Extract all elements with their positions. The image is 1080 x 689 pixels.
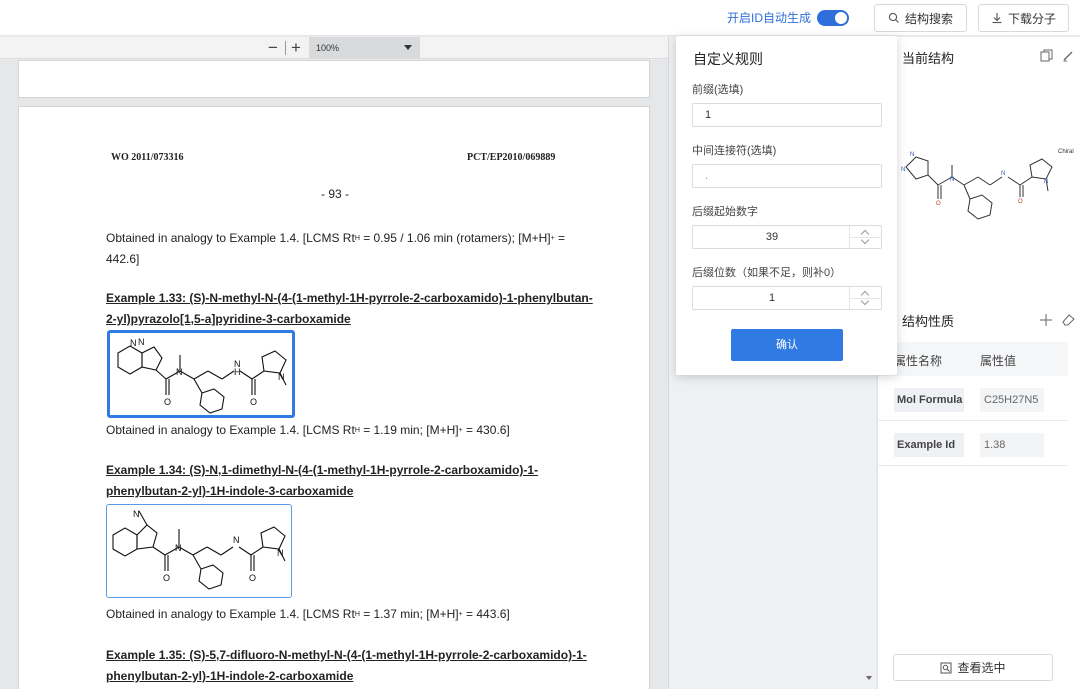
chevron-down-icon	[404, 45, 412, 50]
properties-title: 结构性质	[902, 314, 955, 329]
top-toolbar: 开启ID自动生成 结构搜索 下载分子	[0, 0, 1080, 36]
molecule-box-1-34[interactable]: N N O N O N	[106, 504, 292, 598]
view-selected-label: 查看选中	[957, 661, 1006, 675]
suffix-start-stepper[interactable]: 39	[692, 225, 882, 249]
custom-rule-popup: 自定义规则 前缀(选填) 1 中间连接符(选填) . 后缀起始数字 39 后缀位…	[676, 36, 897, 375]
page-header-right: PCT/EP2010/069889	[467, 152, 556, 163]
eraser-icon[interactable]	[1062, 314, 1075, 326]
previous-page	[18, 60, 650, 98]
intro-paragraph: Obtained in analogy to Example 1.4. [LCM…	[106, 231, 566, 266]
stepper-controls[interactable]	[849, 226, 882, 248]
svg-text:N: N	[175, 543, 182, 553]
example-title-1-34: Example 1.34: (S)-N,1-dimethyl-N-(4-(1-m…	[106, 463, 539, 498]
svg-text:N: N	[130, 338, 137, 348]
auto-id-toggle[interactable]	[817, 9, 850, 26]
copy-icon[interactable]	[1040, 49, 1053, 62]
table-row: Example Id 1.38	[878, 422, 1068, 466]
property-key-input[interactable]: Example Id	[894, 433, 964, 457]
property-value-input[interactable]: C25H27N5	[980, 388, 1044, 412]
svg-text:N: N	[138, 337, 145, 347]
svg-text:N: N	[901, 167, 905, 173]
toggle-knob	[835, 11, 848, 24]
svg-text:N: N	[910, 152, 914, 158]
molecule-structure-1-34: N N O N O N	[112, 509, 286, 590]
svg-text:N: N	[234, 359, 241, 369]
svg-text:N: N	[176, 367, 183, 377]
add-icon[interactable]	[1040, 314, 1052, 326]
view-icon	[940, 662, 952, 673]
structure-panel: 当前结构 N N N N N O O Chiral 结构性质 属性名称 属性值 M…	[877, 37, 1080, 689]
suffix-start-value: 39	[765, 231, 779, 243]
suffix-digits-label: 后缀位数（如果不足，则补0）	[692, 267, 842, 279]
prefix-label: 前缀(选填)	[692, 84, 744, 96]
svg-text:O: O	[250, 397, 257, 407]
svg-text:N: N	[233, 535, 240, 545]
zoom-level-select[interactable]: 100%	[309, 37, 420, 59]
app-window: 开启ID自动生成 结构搜索 下载分子 − + 100% WO 2011/0733…	[0, 0, 1080, 689]
svg-text:N: N	[1001, 171, 1005, 177]
result-1-33: Obtained in analogy to Example 1.4. [LCM…	[106, 423, 510, 437]
page-header-left: WO 2011/073316	[111, 152, 184, 163]
chiral-label: Chiral	[1058, 149, 1074, 155]
popup-title: 自定义规则	[693, 51, 763, 67]
svg-text:N: N	[277, 548, 284, 558]
document-page: WO 2011/073316 PCT/EP2010/069889 - 93 - …	[18, 106, 650, 689]
page-number: - 93 -	[320, 187, 349, 201]
download-icon	[992, 13, 1002, 24]
property-key-input[interactable]: Mol Formula	[894, 388, 964, 412]
col-attr-name: 属性名称	[894, 354, 943, 368]
suffix-digits-value: 1	[768, 292, 776, 304]
molecule-structure-1-33: NN N O HN O N	[117, 337, 287, 414]
molecule-box-1-33[interactable]: NN N O HN O N	[107, 330, 295, 418]
suffix-start-label: 后缀起始数字	[692, 206, 758, 218]
auto-id-toggle-label: 开启ID自动生成	[727, 11, 812, 25]
properties-table-header: 属性名称 属性值	[878, 342, 1068, 376]
property-value-input[interactable]: 1.38	[980, 433, 1044, 457]
pdf-viewer-toolbar: − + 100%	[0, 37, 668, 59]
col-attr-value: 属性值	[980, 354, 1017, 368]
svg-text:O: O	[1018, 199, 1023, 205]
zoom-out-button[interactable]: −	[264, 38, 282, 58]
result-1-34: Obtained in analogy to Example 1.4. [LCM…	[106, 607, 510, 621]
search-icon	[888, 12, 899, 23]
suffix-digits-stepper[interactable]: 1	[692, 286, 882, 310]
scroll-down-icon[interactable]	[866, 676, 872, 680]
svg-text:O: O	[936, 201, 941, 207]
download-molecules-label: 下载分子	[1007, 11, 1056, 26]
zoom-in-button[interactable]: +	[287, 38, 305, 58]
zoom-level-value: 100%	[316, 43, 340, 53]
pdf-viewer[interactable]: WO 2011/073316 PCT/EP2010/069889 - 93 - …	[0, 60, 668, 689]
example-title-1-33: Example 1.33: (S)-N-methyl-N-(4-(1-methy…	[106, 291, 593, 326]
current-structure-image: N N N N N O O Chiral	[901, 149, 1074, 220]
svg-text:O: O	[249, 573, 256, 583]
structure-search-button[interactable]: 结构搜索	[874, 4, 967, 32]
view-selected-button[interactable]: 查看选中	[893, 654, 1053, 681]
connector-label: 中间连接符(选填)	[692, 145, 777, 157]
svg-text:N: N	[950, 177, 954, 183]
example-title-1-35: Example 1.35: (S)-5,7-difluoro-N-methyl-…	[106, 648, 587, 683]
table-row: Mol Formula C25H27N5	[878, 377, 1068, 421]
structure-search-label: 结构搜索	[904, 11, 953, 26]
svg-text:N: N	[278, 372, 285, 382]
connector-input[interactable]: .	[692, 164, 882, 188]
download-molecules-button[interactable]: 下载分子	[978, 4, 1069, 32]
svg-text:N: N	[133, 509, 140, 519]
stepper-controls[interactable]	[849, 287, 882, 309]
svg-text:O: O	[164, 397, 171, 407]
svg-text:N: N	[1044, 179, 1048, 185]
current-structure-title: 当前结构	[902, 51, 955, 66]
confirm-button[interactable]: 确认	[731, 329, 843, 361]
zoom-divider	[285, 41, 286, 55]
auto-id-toggle-group[interactable]: 开启ID自动生成	[727, 9, 850, 26]
prefix-input[interactable]: 1	[692, 103, 882, 127]
svg-text:O: O	[163, 573, 170, 583]
edit-icon[interactable]	[1062, 49, 1075, 62]
